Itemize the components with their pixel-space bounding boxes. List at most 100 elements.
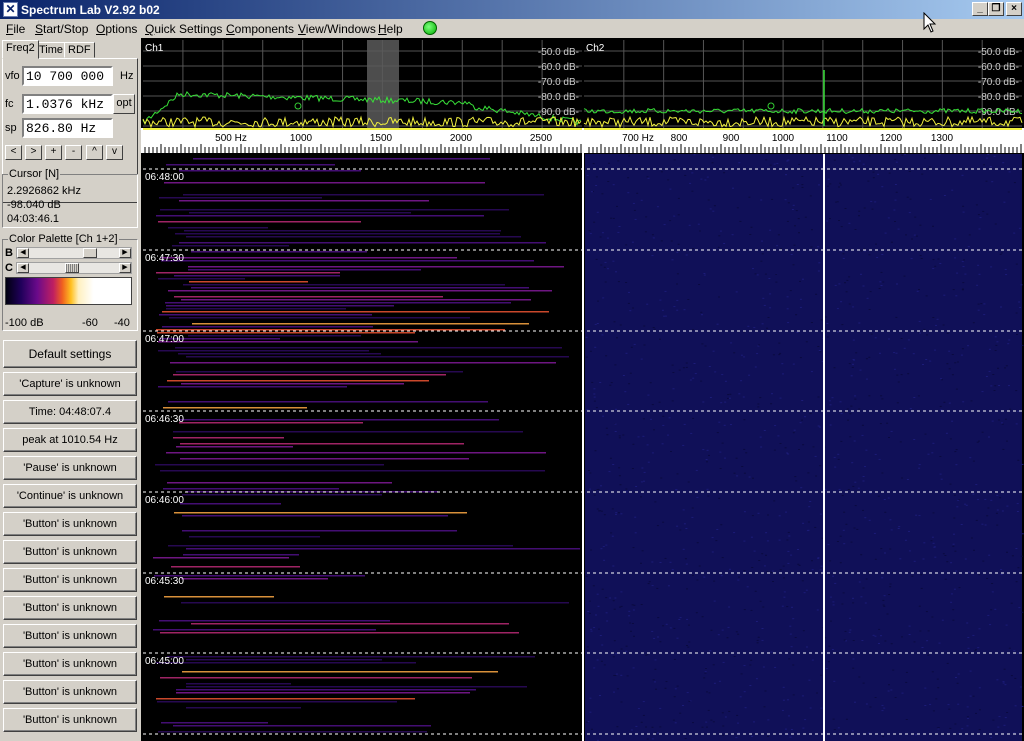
- noise-speck: [1002, 448, 1005, 450]
- control-button-6[interactable]: 'Button' is unknown: [3, 512, 137, 536]
- app-icon[interactable]: ✕: [3, 2, 18, 17]
- brightness-slider[interactable]: ◀ ▶: [16, 247, 132, 259]
- noise-speck: [617, 512, 620, 514]
- control-button-12[interactable]: 'Button' is unknown: [3, 680, 137, 704]
- fc-field[interactable]: 1.0376 kHz: [22, 94, 113, 114]
- noise-speck: [853, 527, 856, 529]
- brightness-left-arrow-icon[interactable]: ◀: [17, 248, 29, 258]
- noise-speck: [640, 358, 643, 360]
- noise-speck: [1008, 647, 1011, 649]
- control-button-4[interactable]: 'Pause' is unknown: [3, 456, 137, 480]
- noise-speck: [801, 176, 804, 177]
- noise-speck: [648, 581, 651, 583]
- spectrum-canvas[interactable]: Ch1 Ch2-50.0 dB--60.0 dB--70.0 dB--80.0 d…: [141, 38, 1024, 741]
- noise-speck: [846, 279, 849, 281]
- control-button-8[interactable]: 'Button' is unknown: [3, 568, 137, 592]
- noise-speck: [751, 735, 754, 737]
- contrast-thumb[interactable]: [65, 263, 79, 273]
- contrast-right-arrow-icon[interactable]: ▶: [119, 263, 131, 273]
- noise-speck: [897, 381, 900, 383]
- contrast-slider[interactable]: ◀ ▶: [16, 262, 132, 274]
- nav-left-button[interactable]: <: [5, 145, 22, 160]
- menu-file[interactable]: File: [6, 22, 25, 36]
- zoom-in-button[interactable]: +: [45, 145, 62, 160]
- noise-speck: [1001, 423, 1004, 425]
- noise-speck: [825, 668, 828, 669]
- signal-streak: [166, 452, 546, 454]
- zoom-out-button[interactable]: -: [65, 145, 82, 160]
- noise-speck: [986, 515, 989, 517]
- menu-quick-settings[interactable]: Quick Settings: [145, 22, 222, 36]
- noise-speck: [852, 640, 855, 641]
- menu-components[interactable]: Components: [226, 22, 294, 36]
- control-button-11[interactable]: 'Button' is unknown: [3, 652, 137, 676]
- control-button-10[interactable]: 'Button' is unknown: [3, 624, 137, 648]
- minimize-button[interactable]: _: [972, 2, 988, 16]
- noise-speck: [935, 698, 938, 700]
- noise-speck: [601, 232, 604, 234]
- control-button-2[interactable]: Time: 04:48:07.4: [3, 400, 137, 424]
- noise-speck: [689, 379, 692, 381]
- noise-speck: [609, 597, 612, 599]
- menu-start-stop[interactable]: Start/Stop: [35, 22, 88, 36]
- brightness-right-arrow-icon[interactable]: ▶: [119, 248, 131, 258]
- control-button-9[interactable]: 'Button' is unknown: [3, 596, 137, 620]
- control-button-5[interactable]: 'Continue' is unknown: [3, 484, 137, 508]
- noise-speck: [594, 490, 596, 492]
- noise-speck: [1010, 675, 1013, 677]
- noise-speck: [685, 362, 688, 364]
- noise-speck: [937, 728, 940, 730]
- tab-rdf[interactable]: RDF: [64, 42, 95, 58]
- sp-field[interactable]: 826.80 Hz: [22, 118, 113, 138]
- noise-speck: [969, 695, 972, 697]
- noise-speck: [990, 266, 993, 268]
- noise-speck: [893, 352, 896, 354]
- menu-options[interactable]: Options: [96, 22, 137, 36]
- tab-time[interactable]: Time: [35, 42, 68, 58]
- noise-speck: [865, 449, 868, 451]
- status-led-icon[interactable]: [423, 21, 437, 35]
- noise-speck: [852, 658, 855, 660]
- noise-speck: [854, 229, 857, 230]
- palette-min-label: -100 dB: [5, 317, 44, 329]
- noise-speck: [852, 339, 855, 341]
- nav-right-button[interactable]: >: [25, 145, 42, 160]
- close-button[interactable]: ×: [1006, 2, 1022, 16]
- noise-speck: [792, 694, 795, 696]
- control-button-13[interactable]: 'Button' is unknown: [3, 708, 137, 732]
- tab-freq2[interactable]: Freq2: [2, 40, 39, 59]
- signal-streak: [156, 329, 505, 331]
- menu-help[interactable]: Help: [378, 22, 403, 36]
- noise-speck: [756, 642, 759, 644]
- noise-speck: [650, 418, 652, 420]
- default-settings-button[interactable]: Default settings: [3, 340, 137, 368]
- noise-speck: [766, 327, 769, 329]
- noise-speck: [691, 516, 694, 518]
- noise-speck: [662, 424, 665, 426]
- opt-button[interactable]: opt: [113, 94, 135, 114]
- ch2-db-label: -70.0 dB-: [978, 77, 1019, 88]
- menu-view-windows[interactable]: View/Windows: [298, 22, 376, 36]
- nav-up-button[interactable]: ^: [86, 145, 103, 160]
- spectrum-display[interactable]: Ch1 Ch2 -50.0 dB- -60.0 dB- -70.0 dB- -80.0 d…: [141, 38, 1024, 741]
- maximize-button[interactable]: ❐: [988, 2, 1004, 16]
- signal-streak: [167, 482, 392, 484]
- contrast-left-arrow-icon[interactable]: ◀: [17, 263, 29, 273]
- noise-speck: [848, 276, 851, 278]
- noise-speck: [836, 652, 839, 654]
- control-button-3[interactable]: peak at 1010.54 Hz: [3, 428, 137, 452]
- signal-streak: [169, 317, 470, 319]
- noise-speck: [886, 613, 889, 615]
- nav-down-button[interactable]: v: [106, 145, 123, 160]
- vfo-field[interactable]: 10 700 000: [22, 66, 113, 86]
- noise-speck: [809, 501, 812, 502]
- control-button-1[interactable]: 'Capture' is unknown: [3, 372, 137, 396]
- signal-streak: [160, 632, 519, 634]
- noise-speck: [932, 542, 935, 544]
- noise-speck: [929, 360, 932, 362]
- control-button-7[interactable]: 'Button' is unknown: [3, 540, 137, 564]
- brightness-thumb[interactable]: [83, 248, 97, 258]
- noise-speck: [854, 395, 857, 397]
- noise-speck: [586, 646, 589, 648]
- color-palette-bar[interactable]: [5, 277, 132, 305]
